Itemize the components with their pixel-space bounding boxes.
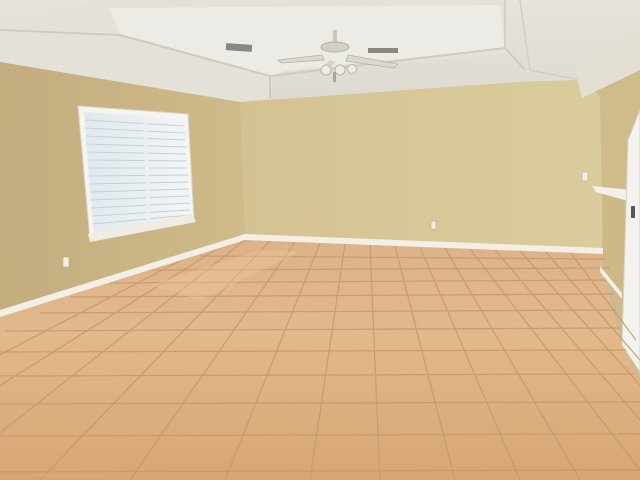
back-wall [240,80,603,252]
empty-room-photo [0,0,640,480]
window-blinds-icon [77,105,196,242]
